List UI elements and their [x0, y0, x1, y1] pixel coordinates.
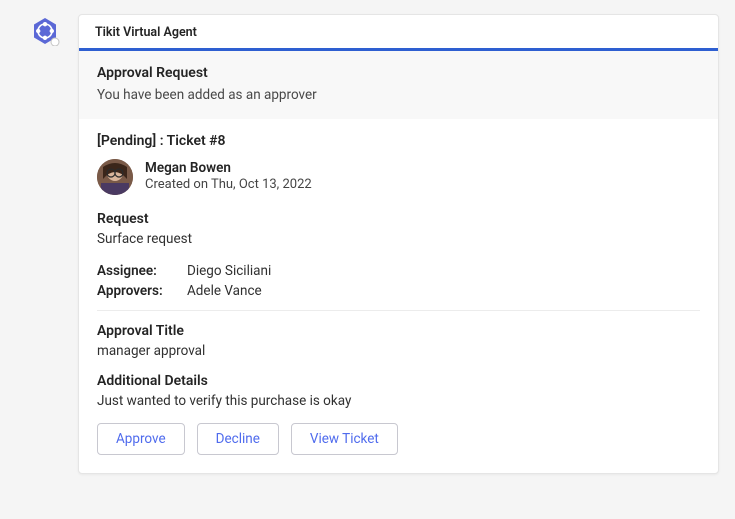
approval-card: Tikit Virtual Agent Approval Request You… — [78, 14, 719, 474]
assignee-label: Assignee: — [97, 261, 187, 281]
app-name: Tikit Virtual Agent — [79, 15, 718, 48]
view-ticket-button[interactable]: View Ticket — [291, 423, 398, 455]
assignee-value: Diego Siciliani — [187, 261, 271, 281]
approval-title-text: manager approval — [97, 343, 700, 359]
button-row: Approve Decline View Ticket — [97, 423, 700, 455]
card-body: [Pending] : Ticket #8 Megan Bowen — [79, 119, 718, 473]
approval-title-label: Approval Title — [97, 323, 700, 339]
decline-button[interactable]: Decline — [197, 423, 279, 455]
approvers-label: Approvers: — [97, 281, 187, 301]
header-subtitle: You have been added as an approver — [97, 87, 700, 103]
header-title: Approval Request — [97, 65, 700, 81]
assignee-row: Assignee: Diego Siciliani — [97, 261, 700, 281]
divider — [97, 310, 700, 311]
additional-details-label: Additional Details — [97, 373, 700, 389]
requester-name: Megan Bowen — [145, 160, 312, 178]
request-label: Request — [97, 211, 700, 227]
ticket-status: [Pending] : Ticket #8 — [97, 133, 700, 149]
approvers-row: Approvers: Adele Vance — [97, 281, 700, 301]
requester-row: Megan Bowen Created on Thu, Oct 13, 2022 — [97, 159, 700, 195]
requester-avatar — [97, 159, 133, 195]
approve-button[interactable]: Approve — [97, 423, 185, 455]
created-on: Created on Thu, Oct 13, 2022 — [145, 177, 312, 194]
bot-avatar-icon — [30, 16, 60, 474]
approvers-value: Adele Vance — [187, 281, 262, 301]
request-text: Surface request — [97, 231, 700, 247]
additional-details-text: Just wanted to verify this purchase is o… — [97, 393, 700, 409]
card-header: Approval Request You have been added as … — [79, 51, 718, 119]
